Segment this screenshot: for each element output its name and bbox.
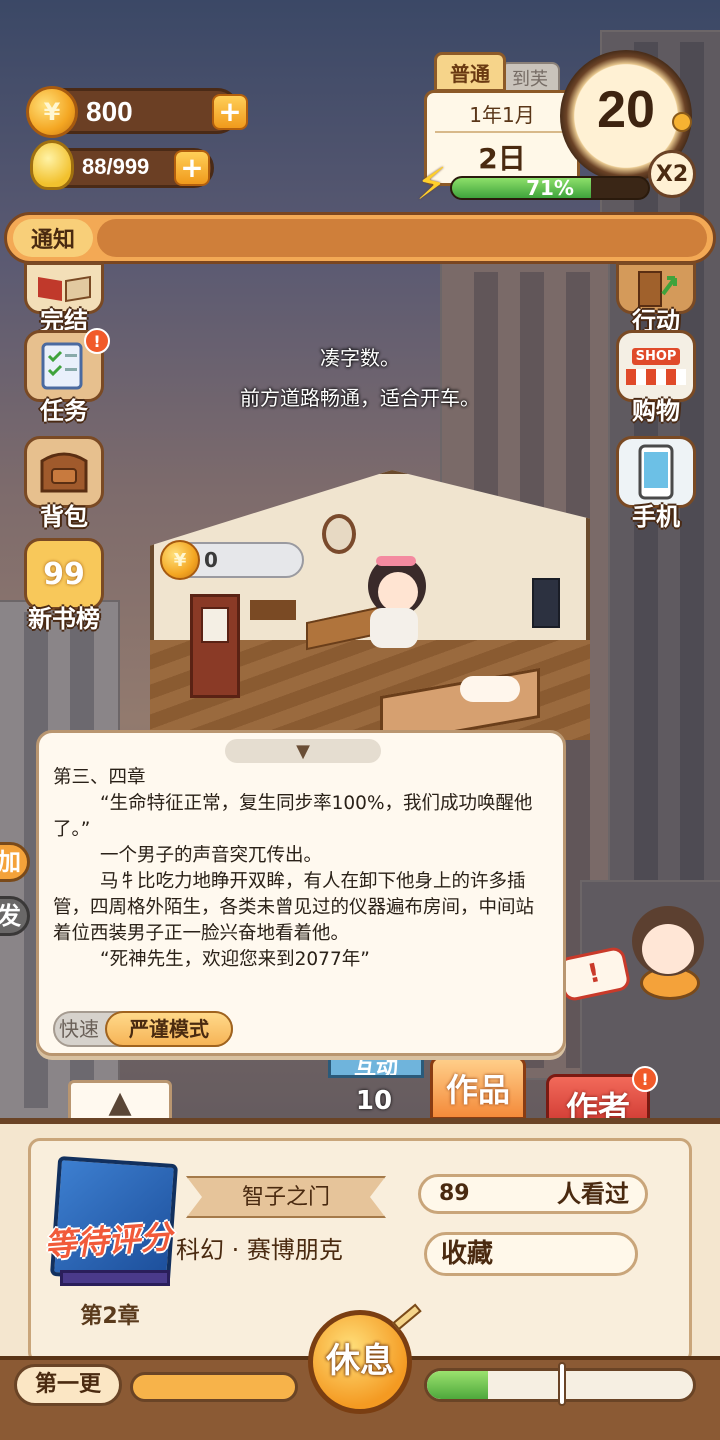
character-body <box>370 608 418 648</box>
bookshelf <box>250 600 296 620</box>
floating-text-line1: 凑字数。 <box>320 346 400 370</box>
coin-icon: ¥ <box>26 86 78 138</box>
book-spine <box>60 1270 170 1286</box>
book-title: 智子之门 <box>186 1176 386 1218</box>
room-coin-bubble[interactable]: ¥ 0 <box>160 540 304 580</box>
manuscript-text: 第三、四章 “生命特征正常，复生同步率100%，我们成功唤醒他了。” 一个男子的… <box>53 767 535 970</box>
add-coins-button[interactable]: + <box>212 94 248 130</box>
views-pill: 89 人看过 <box>418 1174 648 1214</box>
update-progress <box>130 1372 298 1402</box>
clock-value: 20 <box>597 81 655 139</box>
sidebar-item-action[interactable]: 行动 <box>612 240 700 336</box>
collapse-handle[interactable]: ▼ <box>225 739 381 763</box>
writing-progress-fill <box>427 1371 489 1399</box>
sidebar-label: 手机 <box>632 503 680 531</box>
lightbulb-icon <box>30 140 74 190</box>
sidebar-item-phone[interactable]: 手机 <box>612 436 700 532</box>
bulb-count: 88/999 <box>82 154 150 179</box>
room-door <box>190 594 240 698</box>
notice-bar[interactable]: 通知 <box>4 212 716 264</box>
book-status: 等待评分 <box>42 1217 174 1265</box>
wall-poster <box>532 578 560 628</box>
sidebar-item-new-book-rank[interactable]: 99 新书榜 <box>20 538 108 634</box>
add-bulbs-button[interactable]: + <box>174 150 210 186</box>
book-chapter: 第2章 <box>80 1304 140 1329</box>
mode-tab-normal[interactable]: 普通 <box>434 52 506 92</box>
update-button[interactable]: 第一更 <box>14 1364 122 1406</box>
round-window <box>322 514 356 554</box>
editor-character[interactable] <box>626 900 710 1000</box>
sun-icon <box>672 112 692 132</box>
views-label: 人看过 <box>557 1180 629 1208</box>
sidebar-label: 背包 <box>40 503 88 531</box>
character-face <box>378 572 418 612</box>
energy-bar: 71% <box>450 176 650 200</box>
year-month: 1年1月 <box>469 103 535 127</box>
manuscript-dialog: ▼ 第三、四章 “生命特征正常，复生同步率100%，我们成功唤醒他了。” 一个男… <box>36 730 566 1056</box>
interact-count: 10 <box>355 1086 393 1116</box>
energy-percent: 71% <box>526 176 574 200</box>
room-coin-count: 0 <box>204 548 218 572</box>
author-alert-badge: ! <box>632 1066 658 1092</box>
sidebar-item-bag[interactable]: 背包 <box>20 436 108 532</box>
views-count: 89 <box>439 1181 470 1206</box>
book-genre: 科幻 · 赛博朋克 <box>176 1236 343 1264</box>
pillow <box>460 676 520 702</box>
speed-button[interactable]: X2 <box>648 150 696 198</box>
date-divider <box>435 131 569 133</box>
sidebar-item-finish[interactable]: 完结 <box>20 240 108 336</box>
door-window <box>201 607 229 643</box>
coin-icon: ¥ <box>160 540 200 580</box>
coin-count: 800 <box>86 96 133 127</box>
favorites-pill: 收藏 <box>424 1232 638 1276</box>
mode-strict[interactable]: 严谨模式 <box>105 1011 233 1047</box>
mode-fast[interactable]: 快速 <box>59 1013 99 1045</box>
editor-face <box>642 924 694 974</box>
progress-marker <box>558 1362 566 1406</box>
writing-mode-toggle[interactable]: 快速 严谨模式 <box>53 1011 233 1047</box>
rank-badge: 99 <box>43 556 85 592</box>
floating-text-line2: 前方道路畅通，适合开车。 <box>240 386 480 410</box>
hair-bow-icon <box>376 556 416 566</box>
tab-works[interactable]: 作品 <box>430 1056 526 1120</box>
sidebar-label: 新书榜 <box>28 605 100 633</box>
